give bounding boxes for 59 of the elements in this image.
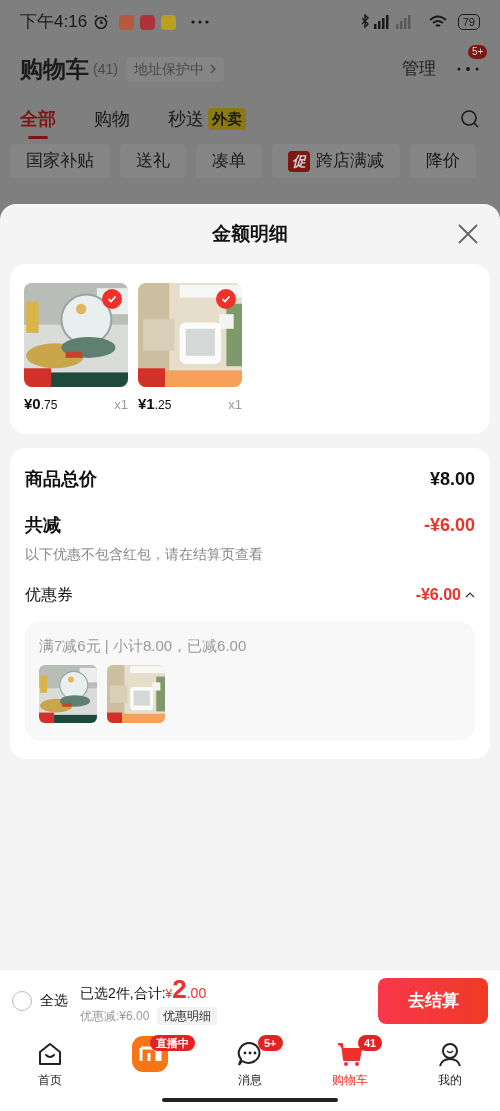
nav-tab[interactable]: 我的 bbox=[400, 1039, 500, 1089]
nav-badge: 直播中 bbox=[150, 1035, 195, 1051]
item-price: ¥1.25 bbox=[138, 394, 172, 414]
app-icon bbox=[161, 14, 177, 30]
address-protection-button[interactable]: 地址保护中 bbox=[125, 56, 224, 82]
home-icon bbox=[37, 1041, 63, 1067]
logo-icon bbox=[132, 1036, 168, 1072]
battery-level: 79 bbox=[457, 14, 480, 30]
discount-amount: -¥6.00 bbox=[423, 514, 475, 537]
app-icon bbox=[140, 14, 156, 30]
discount-details-button[interactable]: 优惠明细 bbox=[157, 1007, 218, 1025]
filter-chip[interactable]: 凑单 bbox=[196, 144, 262, 178]
filter-chip[interactable]: 促 跨店满减 bbox=[272, 144, 400, 178]
page-title: 购物车 bbox=[20, 54, 89, 84]
select-all-label: 全选 bbox=[40, 991, 68, 1010]
discount-note: 以下优惠不包含红包，请在结算页查看 bbox=[25, 544, 264, 564]
profile-icon bbox=[437, 1041, 463, 1067]
filter-chip[interactable]: 送礼 bbox=[120, 144, 186, 178]
notification-badge: 5+ bbox=[468, 45, 488, 59]
status-time: 下午4:16 bbox=[20, 11, 88, 34]
item-price: ¥0.75 bbox=[24, 394, 58, 414]
cart-icon bbox=[336, 1040, 364, 1068]
more-icon bbox=[190, 19, 211, 25]
filter-chip[interactable]: 降价 bbox=[410, 144, 476, 178]
sheet-title: 金额明细 bbox=[212, 221, 288, 246]
coupon-toggle[interactable]: -¥6.00 bbox=[415, 582, 475, 607]
search-icon[interactable] bbox=[460, 109, 480, 129]
item-quantity: x1 bbox=[114, 396, 128, 414]
delivery-tag: 外卖 bbox=[208, 107, 246, 131]
nav-label: 购物车 bbox=[332, 1072, 368, 1089]
promo-tag: 促 bbox=[288, 150, 310, 172]
nav-tab[interactable]: 首页 bbox=[0, 1039, 100, 1089]
nav-label: 我的 bbox=[438, 1072, 462, 1089]
wifi-icon bbox=[427, 14, 448, 30]
alarm-icon bbox=[93, 14, 110, 30]
total-price: ¥8.00 bbox=[429, 468, 475, 491]
saved-amount: 优惠减:¥6.00 bbox=[80, 1008, 150, 1025]
filter-chip[interactable]: 国家补贴 bbox=[10, 144, 110, 178]
coupon-label: 优惠券 bbox=[25, 584, 73, 605]
category-tab[interactable]: 购物 bbox=[94, 102, 130, 136]
app-icon bbox=[119, 14, 135, 30]
selected-summary: 已选2件,合计: bbox=[80, 984, 166, 1003]
checkout-button[interactable]: 去结算 bbox=[378, 977, 488, 1024]
close-icon[interactable] bbox=[458, 224, 478, 244]
category-tab[interactable]: 全部 bbox=[20, 102, 56, 136]
total-label: 商品总价 bbox=[25, 468, 97, 491]
nav-badge: 41 bbox=[358, 1035, 383, 1051]
total-amount: ¥2.00 bbox=[165, 976, 207, 1005]
nav-badge: 5+ bbox=[258, 1035, 283, 1051]
category-tab[interactable]: 秒送 外卖 bbox=[168, 102, 246, 136]
discount-label: 共减 bbox=[25, 514, 61, 537]
coupon-detail: 满7减6元 | 小计8.00，已减6.00 bbox=[39, 635, 248, 656]
caret-icon bbox=[465, 591, 475, 598]
manage-button[interactable]: 管理 bbox=[402, 56, 436, 82]
nav-label: 首页 bbox=[38, 1072, 62, 1089]
more-icon[interactable] bbox=[456, 66, 480, 72]
item-quantity: x1 bbox=[228, 396, 242, 414]
chevron-icon bbox=[209, 64, 216, 74]
nav-label: 消息 bbox=[238, 1072, 262, 1089]
